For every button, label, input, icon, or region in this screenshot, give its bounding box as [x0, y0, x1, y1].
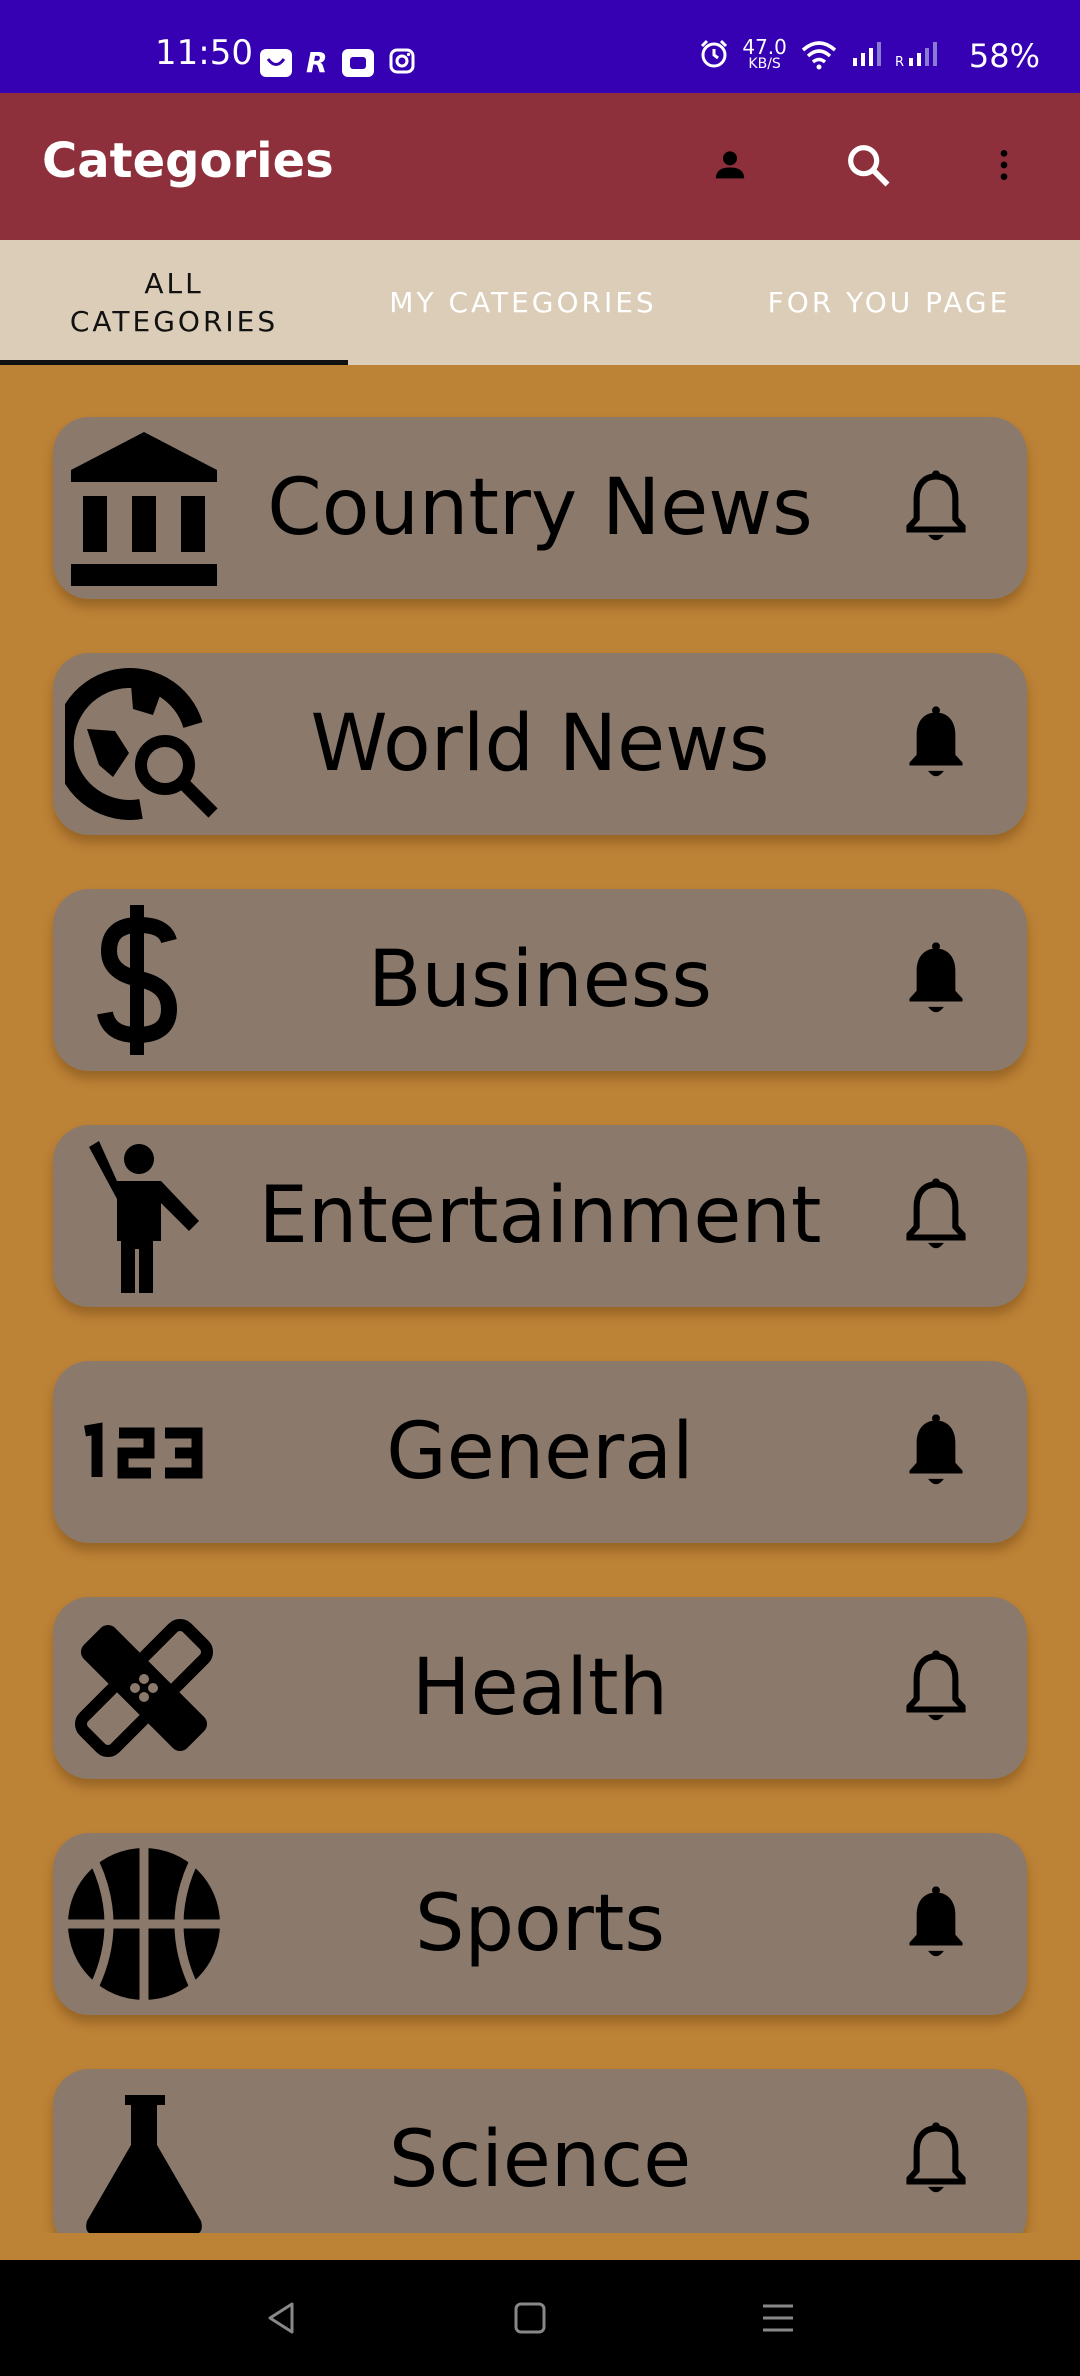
bell-outline-icon[interactable] — [893, 465, 979, 551]
battery-level: 58% — [968, 37, 1040, 75]
svg-text:R: R — [895, 55, 904, 68]
person-waving-icon — [65, 1137, 223, 1295]
status-bar: 11:50 R 47.0 KB/S R 58% — [0, 0, 1080, 93]
bell-filled-icon[interactable] — [893, 701, 979, 787]
tab-all-categories[interactable]: ALL CATEGORIES — [0, 240, 348, 365]
app-notification-icon — [260, 48, 292, 77]
page-title: Categories — [42, 133, 334, 189]
category-card-sports[interactable]: Sports — [53, 1833, 1027, 2015]
category-name: Business — [368, 935, 712, 1025]
category-card-entertainment[interactable]: Entertainment — [53, 1125, 1027, 1307]
bell-outline-icon[interactable] — [893, 1645, 979, 1731]
search-icon[interactable] — [832, 129, 904, 201]
bandage-icon — [65, 1609, 223, 1767]
bell-filled-icon[interactable] — [893, 937, 979, 1023]
category-card-country-news[interactable]: Country News — [53, 417, 1027, 599]
basketball-icon — [65, 1845, 223, 2003]
instagram-icon — [388, 47, 416, 79]
category-name: World News — [310, 699, 770, 789]
network-speed: 47.0 KB/S — [742, 35, 787, 72]
numbers-123-icon — [65, 1373, 223, 1531]
home-icon[interactable] — [500, 2288, 560, 2348]
category-card-science[interactable]: Science — [53, 2069, 1027, 2233]
bell-filled-icon[interactable] — [893, 1881, 979, 1967]
bell-filled-icon[interactable] — [893, 1409, 979, 1495]
flask-icon — [65, 2081, 223, 2233]
category-card-world-news[interactable]: World News — [53, 653, 1027, 835]
recents-icon[interactable] — [748, 2288, 808, 2348]
alarm-icon — [698, 38, 730, 74]
category-name: Health — [411, 1643, 669, 1733]
category-name: Entertainment — [258, 1171, 822, 1261]
app-bar: Categories — [0, 93, 1080, 240]
category-card-general[interactable]: General — [53, 1361, 1027, 1543]
tab-my-categories[interactable]: MY CATEGORIES — [348, 240, 698, 365]
category-name: General — [386, 1407, 694, 1497]
category-name: Sports — [414, 1879, 666, 1969]
bell-outline-icon[interactable] — [893, 2117, 979, 2203]
status-time: 11:50 — [155, 33, 253, 73]
wifi-icon — [799, 38, 839, 74]
tab-for-you-page[interactable]: FOR YOU PAGE — [698, 240, 1080, 365]
more-vert-icon[interactable] — [968, 129, 1040, 201]
signal-icon — [851, 40, 883, 72]
plus-app-icon — [341, 48, 374, 77]
category-card-business[interactable]: Business — [53, 889, 1027, 1071]
back-icon[interactable] — [252, 2288, 312, 2348]
category-name: Science — [388, 2115, 692, 2205]
category-card-health[interactable]: Health — [53, 1597, 1027, 1779]
travel-explore-icon — [65, 665, 223, 823]
bank-icon — [65, 429, 223, 587]
dollar-icon — [65, 901, 223, 1059]
system-nav-bar — [0, 2260, 1080, 2376]
bell-outline-icon[interactable] — [893, 1173, 979, 1259]
category-name: Country News — [267, 463, 813, 553]
category-list[interactable]: Country News World News Business Enterta… — [0, 365, 1080, 2233]
r-icon: R — [306, 46, 328, 79]
tab-bar: ALL CATEGORIES MY CATEGORIES FOR YOU PAG… — [0, 240, 1080, 365]
account-icon[interactable] — [694, 129, 766, 201]
signal-roaming-icon: R — [895, 40, 951, 72]
